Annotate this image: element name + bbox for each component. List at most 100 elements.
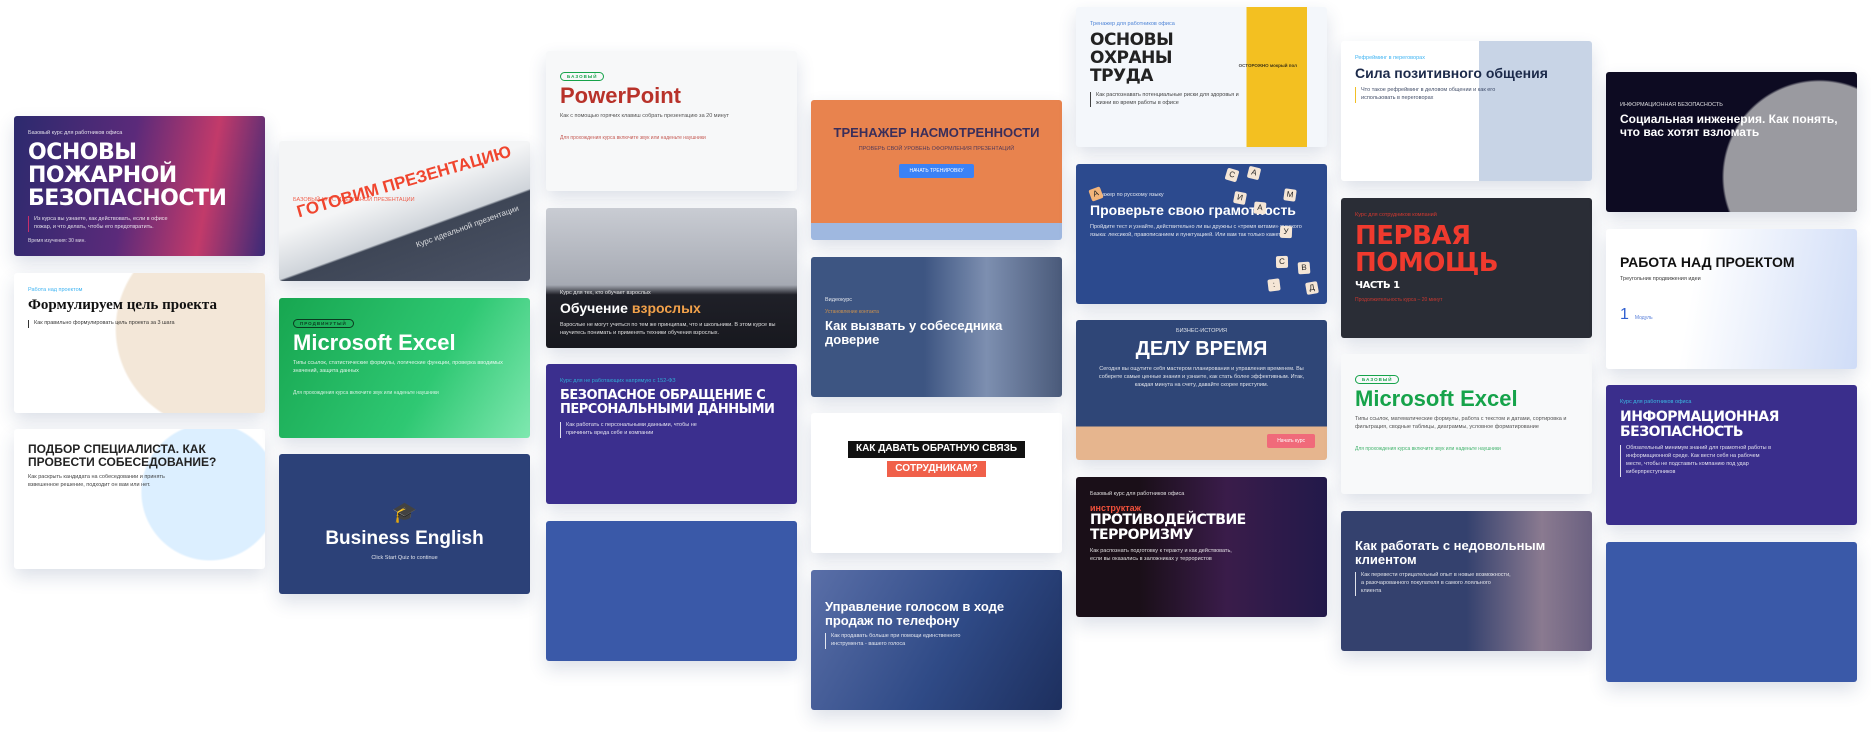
course-description: Сегодня вы ощутите себя мастером планиро… <box>1098 366 1305 388</box>
course-card-positive[interactable]: Рефрейминг в переговорахСила позитивного… <box>1341 41 1592 181</box>
course-note: Курс идеальной презентации <box>415 203 521 250</box>
card-illustration <box>1606 72 1857 212</box>
course-card-trust[interactable]: Видеокурс Установление контакта Как вызват… <box>811 257 1062 397</box>
card-illustration <box>14 273 265 413</box>
course-card-voice-sales[interactable]: Управление голосом в ходе продаж по теле… <box>811 570 1062 710</box>
letter-tile: С <box>1275 255 1289 269</box>
course-note: ОСТОРОЖНО мокрый пол <box>1238 63 1297 68</box>
course-title: Microsoft Excel <box>1355 387 1578 410</box>
course-card-feedback[interactable]: Курс для руководителей подразделений и н… <box>811 413 1062 553</box>
course-card-blank-blue-2[interactable] <box>1606 542 1857 682</box>
letter-tile: В <box>1297 261 1311 275</box>
course-title: Microsoft Excel <box>293 331 516 354</box>
course-card-excel-basic[interactable]: БАЗОВЫЙ Microsoft Excel Типы ссылок, матем… <box>1341 354 1592 494</box>
course-title-text: Microsoft Excel <box>293 330 456 355</box>
start-button[interactable]: НАЧАТЬ ТРЕНИРОВКУ <box>899 163 974 178</box>
course-eyebrow: Базовый курс для работников офиса <box>28 130 123 136</box>
course-description: В курсе вы узнаете, как опытные наставни… <box>833 483 1040 497</box>
course-title: ТРЕНАЖЕР НАСМОТРЕННОСТИ <box>825 126 1048 140</box>
course-eyebrow: Курс для работников офиса <box>1620 399 1692 405</box>
course-card-literacy[interactable]: Тренажер по русскому языку Проверьте свою… <box>1076 164 1327 304</box>
course-description: Как раскрыть кандидата на собеседовании … <box>28 474 165 489</box>
course-title: Проверьте свою грамотность <box>1090 203 1313 218</box>
course-title-text: ТРЕНАЖЕР НАСМОТРЕННОСТИ <box>833 125 1040 140</box>
course-card-presentation[interactable]: ГОТОВИМ ПРЕЗЕНТАЦИЮ БАЗОВЫЙ КУРС ИДЕАЛЬНО… <box>279 141 530 281</box>
course-title: Обучение взрослых <box>560 301 783 316</box>
course-note: Для прохождения курса включите звук или … <box>560 135 706 142</box>
course-title: ОСНОВЫ ОХРАНЫ ТРУДА <box>1090 30 1210 86</box>
course-card-project-goal[interactable]: Работа над проектомФормулируем цель прое… <box>14 273 265 413</box>
course-card-terrorism[interactable]: Базовый курс для работников офиса инструк… <box>1076 477 1327 617</box>
course-card-business-english[interactable]: 🎓 Business English Click Start Quiz to con… <box>279 454 530 594</box>
course-eyebrow: Тренажер по русскому языку <box>1090 192 1164 198</box>
course-title-text: ПОДБОР СПЕЦИАЛИСТА. КАК ПРОВЕСТИ СОБЕСЕД… <box>28 442 217 469</box>
course-description: Обязательный минимум знаний для грамотно… <box>1620 445 1776 478</box>
course-card-excel-advanced[interactable]: ПРОДВИНУТЫЙ Microsoft Excel Типы ссылок, с… <box>279 298 530 438</box>
course-card-personal-data[interactable]: Курс для не работающих напрямую с 152-ФЗ… <box>546 364 797 504</box>
course-card-interview[interactable]: ПОДБОР СПЕЦИАЛИСТА. КАК ПРОВЕСТИ СОБЕСЕД… <box>14 429 265 569</box>
course-card-labor-safety[interactable]: Тренажер для работников офисаОСНОВЫ ОХРА… <box>1076 7 1327 147</box>
course-card-project-work[interactable]: РАБОТА НАД ПРОЕКТОМ Треугольник продвижен… <box>1606 229 1857 369</box>
course-title-text: Business English <box>325 528 484 549</box>
course-note: Модуль <box>1634 314 1653 321</box>
course-note: Время изучения: 30 мин. <box>28 238 86 245</box>
course-title-text: Microsoft Excel <box>1355 386 1518 411</box>
course-title-text: Управление голосом в ходе продаж по теле… <box>825 599 1005 628</box>
course-description: Как перевести отрицательный опыт в новые… <box>1355 572 1511 597</box>
level-badge: ПРОДВИНУТЫЙ <box>293 319 354 328</box>
course-title: РАБОТА НАД ПРОЕКТОМ <box>1620 255 1843 270</box>
course-description: Пройдите тест и узнайте, действительно л… <box>1090 223 1302 238</box>
course-title-text: ГОТОВИМ ПРЕЗЕНТАЦИЮ <box>294 141 514 222</box>
course-card-first-aid[interactable]: Курс для сотрудников компаний ПЕРВАЯ ПОМО… <box>1341 198 1592 338</box>
course-title: Формулируем цель проекта <box>28 297 251 314</box>
level-badge: БАЗОВЫЙ <box>1355 375 1400 384</box>
module-number: 1 <box>1620 305 1629 323</box>
course-title: ГОТОВИМ ПРЕЗЕНТАЦИЮ <box>294 141 514 222</box>
course-card-difficult-client[interactable]: Как работать с недовольным клиентом Как п… <box>1341 511 1592 651</box>
course-description: Типы ссылок, математические формулы, раб… <box>1355 416 1567 431</box>
course-card-blank-blue-1[interactable] <box>546 521 797 661</box>
course-eyebrow: Курс для не работающих напрямую с 152-ФЗ <box>560 378 676 384</box>
course-card-fire-safety[interactable]: Базовый курс для работников офиса ОСНОВЫ … <box>14 116 265 256</box>
course-description: Как распознать подготовку к теракту и ка… <box>1090 548 1232 563</box>
course-card-adult-learning[interactable]: Курс для тех, кто обучает взрослых Обучен… <box>546 208 797 348</box>
course-note: Для прохождения курса включите звук или … <box>293 390 439 397</box>
course-eyebrow: Курс для руководителей подразделений и н… <box>866 427 1007 433</box>
course-title-text: ОСНОВЫ ПОЖАРНОЙ БЕЗОПАСНОСТИ <box>28 140 227 212</box>
course-card-info-security[interactable]: Курс для работников офиса ИНФОРМАЦИОННАЯ … <box>1606 385 1857 525</box>
course-title-text: Социальная инженерия. Как понять, что ва… <box>1620 112 1838 139</box>
course-card-time[interactable]: БИЗНЕС-ИСТОРИЯ ДЕЛУ ВРЕМЯ Сегодня вы ощути… <box>1076 320 1327 460</box>
course-title: Как вызвать у собеседника доверие <box>825 319 1048 346</box>
course-card-attention-trainer[interactable]: ТРЕНАЖЕР НАСМОТРЕННОСТИ ПРОВЕРЬ СВОЙ УРОВ… <box>811 100 1062 240</box>
course-title-text: Как работать с недовольным клиентом <box>1355 538 1546 567</box>
graduation-cap-icon: 🎓 <box>392 502 417 524</box>
letter-tile: А <box>1088 186 1104 202</box>
course-category: Установление контакта <box>825 309 879 315</box>
course-title-text: Сила позитивного общения <box>1355 65 1548 81</box>
course-title: ДЕЛУ ВРЕМЯ <box>1090 339 1313 360</box>
course-eyebrow: БИЗНЕС-ИСТОРИЯ <box>1175 328 1228 334</box>
course-card-powerpoint[interactable]: БАЗОВЫЙ PowerPoint Как с помощью горячих к… <box>546 51 797 191</box>
course-title-text: ПЕРВАЯ ПОМОЩЬ <box>1355 221 1499 279</box>
start-button[interactable]: Начать курс <box>1267 434 1315 448</box>
course-description: Как работать с персональными данными, чт… <box>560 422 716 439</box>
letter-tile: А <box>1246 165 1262 181</box>
title-accent: взрослых <box>631 300 701 316</box>
course-description: Взрослые не могут учиться по тем же прин… <box>560 321 776 336</box>
course-title-text: РАБОТА НАД ПРОЕКТОМ <box>1620 254 1795 270</box>
course-description: ПРОВЕРЬ СВОЙ УРОВЕНЬ ОФОРМЛЕНИЯ ПРЕЗЕНТА… <box>858 145 1015 152</box>
course-title-text: ОСНОВЫ ОХРАНЫ ТРУДА <box>1090 30 1174 86</box>
course-description: Как правильно формулировать цель проекта… <box>28 319 184 328</box>
course-title: ПРОТИВОДЕЙСТВИЕ ТЕРРОРИЗМУ <box>1090 513 1313 542</box>
course-eyebrow: Курс для сотрудников компаний <box>1355 212 1437 218</box>
course-card-social-engineering[interactable]: ИНФОРМАЦИОННАЯ БЕЗОПАСНОСТЬСоциальная ин… <box>1606 72 1857 212</box>
letter-tile: : <box>1267 278 1281 292</box>
course-description: Треугольник продвижения идеи <box>1620 275 1701 282</box>
letter-tile: У <box>1279 225 1293 239</box>
course-title-text: БЕЗОПАСНОЕ ОБРАЩЕНИЕ С ПЕРСОНАЛЬНЫМИ ДАН… <box>560 388 775 417</box>
course-title: Управление голосом в ходе продаж по теле… <box>825 600 1048 627</box>
course-title: БЕЗОПАСНОЕ ОБРАЩЕНИЕ С ПЕРСОНАЛЬНЫМИ ДАН… <box>560 389 783 416</box>
course-eyebrow: Базовый курс для работников офиса <box>1090 491 1185 497</box>
course-title-text: Обучение <box>560 300 628 316</box>
letter-tile: Д <box>1305 281 1319 295</box>
